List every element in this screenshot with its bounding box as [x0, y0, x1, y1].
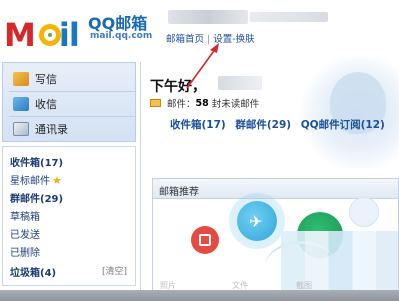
logo-ring-icon — [39, 24, 61, 46]
brand-domain: mail.qq.com — [90, 31, 153, 41]
bird-icon: ✈ — [249, 212, 263, 231]
settings-link[interactable]: 设置 — [213, 34, 232, 45]
calendar-icon — [199, 234, 211, 246]
folder-deleted[interactable]: 已删除 — [10, 244, 40, 259]
app-bubble-red[interactable] — [191, 226, 219, 254]
divider — [9, 116, 135, 117]
bottom-bar — [0, 290, 399, 301]
compose-button[interactable]: 写信 — [13, 69, 57, 89]
mail-logo[interactable]: Mil — [2, 10, 82, 52]
shortcut-group-mail[interactable]: 群邮件(29) — [235, 119, 291, 131]
compose-label: 写信 — [35, 73, 57, 86]
contacts-button[interactable]: 通讯录 — [13, 119, 68, 139]
contacts-label: 通讯录 — [35, 123, 68, 136]
header: Mil QQ邮箱 mail.qq.com 邮箱首页 | 设置-换肤 — [0, 0, 399, 62]
recommendation-header: 邮箱推荐 — [153, 179, 398, 199]
envelope-icon — [150, 99, 161, 107]
unread-count[interactable]: 58 — [196, 98, 209, 109]
blurred-account-info — [250, 12, 328, 22]
change-skin-link[interactable]: 换肤 — [236, 34, 255, 45]
recommendation-title: 邮箱推荐 — [159, 187, 199, 198]
folder-starred[interactable]: 星标邮件 ★ — [10, 172, 62, 187]
star-icon: ★ — [52, 174, 62, 187]
app-bubble-blue[interactable]: ✈ — [229, 193, 285, 249]
link-separator: | — [207, 34, 211, 45]
folder-group-mail[interactable]: 群邮件(29) — [10, 190, 63, 205]
inbox-button[interactable]: 收信 — [13, 94, 57, 114]
folder-shortcuts: 收件箱(17) 群邮件(29) QQ邮件订阅(12) — [170, 117, 391, 132]
app-bubble-faint[interactable] — [349, 197, 379, 227]
folder-starred-label: 星标邮件 — [10, 176, 50, 187]
folder-drafts[interactable]: 草稿箱 — [10, 208, 40, 223]
contacts-icon — [13, 122, 29, 136]
shortcut-inbox[interactable]: 收件箱(17) — [170, 119, 226, 131]
unread-suffix: 封未读邮件 — [211, 99, 260, 110]
inbox-icon — [13, 97, 29, 111]
inbox-label: 收信 — [35, 98, 57, 111]
mailbox-home-link[interactable]: 邮箱首页 — [166, 34, 204, 45]
top-links: 邮箱首页 | 设置-换肤 — [166, 31, 255, 45]
mail-prefix: 邮件： — [167, 99, 196, 110]
folder-inbox[interactable]: 收件箱(17) — [10, 154, 63, 169]
quick-actions-panel: 写信 收信 通讯录 — [2, 62, 136, 142]
folder-spam[interactable]: 垃圾箱(4) — [10, 264, 56, 279]
unread-summary: 邮件： 58 封未读邮件 — [150, 96, 259, 110]
compose-icon — [13, 72, 29, 86]
divider — [9, 91, 135, 92]
blurred-nickname — [218, 76, 262, 90]
folder-sent[interactable]: 已发送 — [10, 226, 40, 241]
blurred-username — [168, 10, 248, 24]
shortcut-qq-subscription[interactable]: QQ邮件订阅(12) — [301, 119, 385, 131]
greeting: 下午好， — [150, 79, 206, 95]
mail-recommendation-panel: 邮箱推荐 ✈ — [152, 178, 399, 292]
